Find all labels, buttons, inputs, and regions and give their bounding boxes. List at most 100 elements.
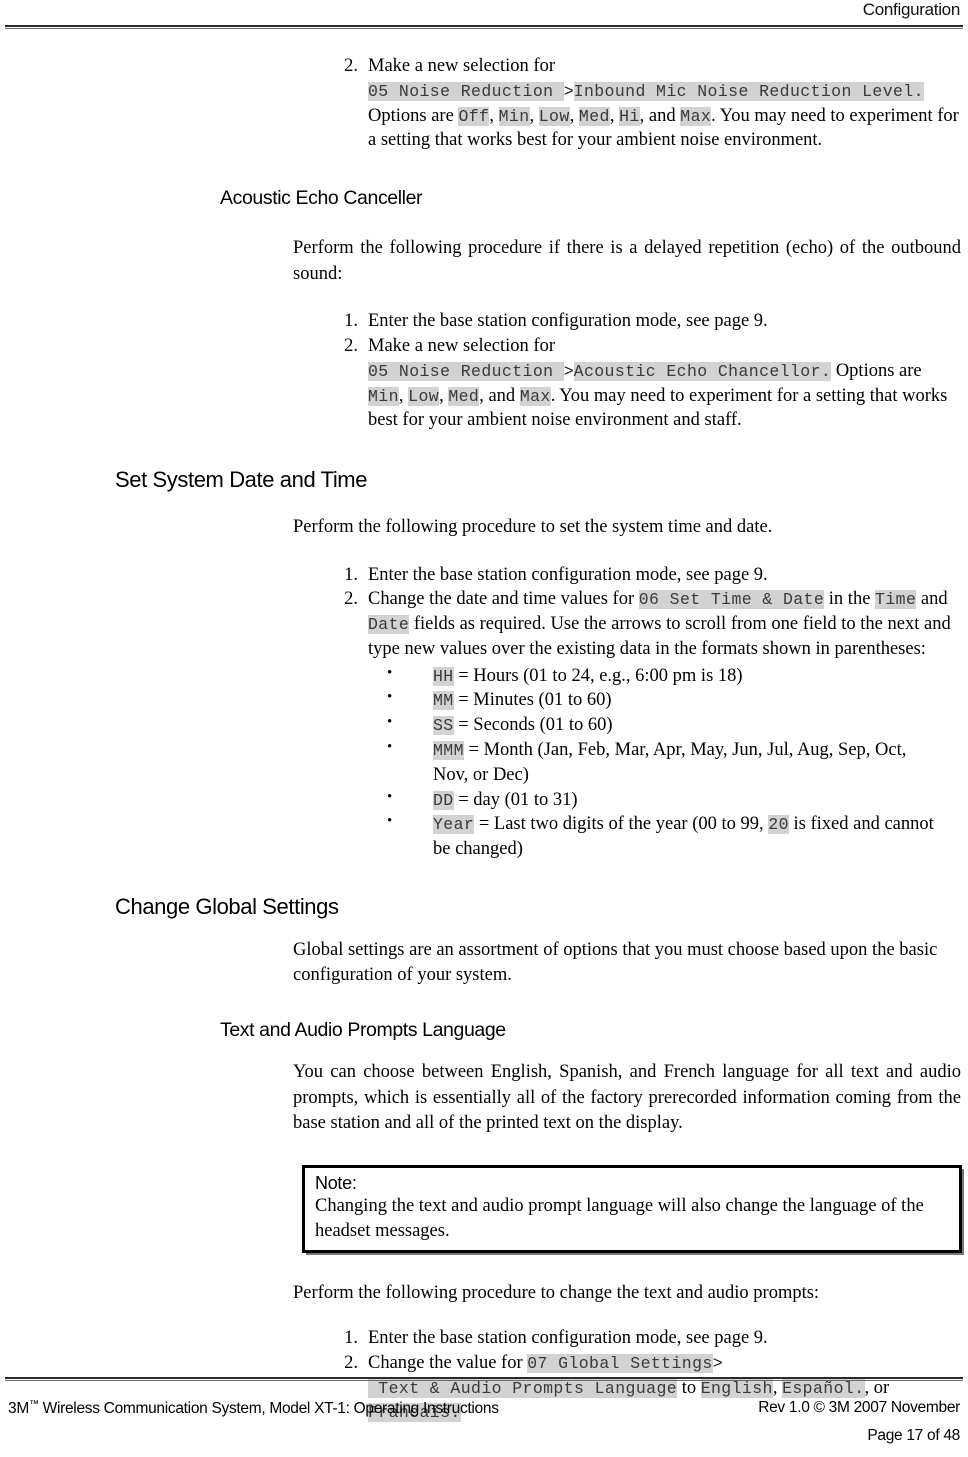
format-description: = Minutes (01 to 60) xyxy=(453,690,612,711)
list-item: 1. Enter the base station configuration m… xyxy=(330,309,960,334)
page-footer: 3M™ Wireless Communication System, Model… xyxy=(0,1367,968,1457)
step-text: fields as required. Use the arrows to sc… xyxy=(368,614,951,659)
set-date-time-step-list: 1. Enter the base station configuration m… xyxy=(330,563,960,662)
list-item-number: 2. xyxy=(344,589,358,610)
page-header: Configuration xyxy=(0,0,968,30)
footer-document-title: 3M™ Wireless Communication System, Model… xyxy=(8,1399,499,1418)
code-format: Year xyxy=(433,815,475,835)
format-description: = Month (Jan, Feb, Mar, Apr, May, Jun, J… xyxy=(433,740,907,785)
list-item-number: 1. xyxy=(344,564,358,585)
code-keyword: Time xyxy=(875,590,917,610)
footer-brand: 3M xyxy=(8,1400,29,1418)
list-item-number: 1. xyxy=(344,1328,358,1349)
list-item: 2. Make a new selection for 05 Noise Redu… xyxy=(330,334,960,433)
code-option: Hi xyxy=(619,106,640,126)
bullet-icon: • xyxy=(387,689,393,706)
footer-page-number: Page 17 of 48 xyxy=(867,1427,960,1444)
noise-reduction-step-list: 2. Make a new selection for 05 Noise Redu… xyxy=(330,54,960,153)
format-description: = day (01 to 31) xyxy=(453,789,578,810)
code-option: Max xyxy=(680,106,712,126)
code-option: Off xyxy=(458,106,490,126)
heading-change-global-settings: Change Global Settings xyxy=(115,893,339,919)
note-box: Note: Changing the text and audio prompt… xyxy=(302,1164,962,1253)
step-text: Enter the base station configuration mod… xyxy=(368,311,768,332)
list-item-number: 1. xyxy=(344,311,358,332)
note-line-2: headset messages. xyxy=(315,1220,450,1241)
step-text: Make a new selection for xyxy=(368,335,555,356)
step-text: Enter the base station configuration mod… xyxy=(368,1328,768,1349)
step-text: , xyxy=(609,105,620,126)
code-keyword: Date xyxy=(368,615,410,635)
bullet-icon: • xyxy=(387,739,393,756)
step-text: Make a new selection for xyxy=(368,56,555,76)
chevron-right-icon: > xyxy=(563,81,574,101)
code-option: Low xyxy=(538,106,570,126)
format-description: = Seconds (01 to 60) xyxy=(453,715,613,736)
step-text: Enter the base station configuration mod… xyxy=(368,564,768,585)
note-line-1: Changing the text and audio prompt langu… xyxy=(315,1196,924,1217)
bullet-icon: • xyxy=(387,788,393,805)
bullet-icon: • xyxy=(387,714,393,731)
list-item: • DD = day (01 to 31) xyxy=(383,788,943,813)
step-text: , and xyxy=(639,105,681,126)
text-audio-perform: Perform the following procedure to chang… xyxy=(293,1282,820,1303)
code-option: Min xyxy=(368,386,399,406)
acoustic-echo-intro: Perform the following procedure if there… xyxy=(293,238,961,284)
bullet-icon: • xyxy=(387,813,393,830)
footer-title-rest: Wireless Communication System, Model XT-… xyxy=(38,1400,499,1418)
step-text: Options are xyxy=(368,105,459,126)
step-text: , xyxy=(439,385,449,406)
code-keyword: 05 Noise Reduction xyxy=(368,81,564,101)
code-format: MM xyxy=(433,691,454,711)
format-description: = Last two digits of the year (00 to 99, xyxy=(474,814,769,835)
heading-acoustic-echo-canceller: Acoustic Echo Canceller xyxy=(220,187,423,210)
chevron-right-icon: > xyxy=(563,361,574,381)
step-text: , and xyxy=(479,385,520,406)
step-text: Options are xyxy=(831,360,922,381)
footer-revision: Rev 1.0 © 3M 2007 November xyxy=(758,1399,960,1416)
text-audio-intro: You can choose between English, Spanish,… xyxy=(293,1061,961,1134)
code-format: DD xyxy=(433,790,454,810)
list-item: • MM = Minutes (01 to 60) xyxy=(383,688,943,713)
list-item: • SS = Seconds (01 to 60) xyxy=(383,713,943,738)
step-text: in the xyxy=(824,589,876,610)
list-item: 1. Enter the base station configuration m… xyxy=(330,563,960,588)
global-settings-intro: Global settings are an assortment of opt… xyxy=(293,939,938,986)
trademark-icon: ™ xyxy=(28,1399,39,1410)
code-keyword: Acoustic Echo Chancellor. xyxy=(573,361,832,381)
code-keyword: 06 Set Time & Date xyxy=(638,590,825,610)
list-item-number: 2. xyxy=(344,56,358,76)
step-text: , xyxy=(398,385,409,406)
code-option: Med xyxy=(448,386,480,406)
code-keyword: 05 Noise Reduction xyxy=(368,361,564,381)
step-text: , xyxy=(489,105,499,126)
code-option: Med xyxy=(578,106,610,126)
footer-rule xyxy=(5,1377,963,1381)
code-option: Min xyxy=(498,106,530,126)
code-keyword: Inbound Mic Noise Reduction Level. xyxy=(573,81,924,101)
heading-text-and-audio-prompts-language: Text and Audio Prompts Language xyxy=(220,1018,506,1041)
header-title: Configuration xyxy=(862,0,961,19)
step-text: Change the date and time values for xyxy=(368,589,639,610)
code-option: Max xyxy=(519,386,551,406)
step-text: and xyxy=(916,589,948,610)
step-text: , xyxy=(529,105,539,126)
acoustic-echo-step-list: 1. Enter the base station configuration m… xyxy=(330,309,960,433)
set-date-time-intro: Perform the following procedure to set t… xyxy=(293,517,773,538)
heading-set-system-date-and-time: Set System Date and Time xyxy=(115,467,368,493)
code-format: SS xyxy=(433,716,454,736)
document-content: 2. Make a new selection for 05 Noise Redu… xyxy=(0,30,968,1425)
code-format: MMM xyxy=(433,741,464,761)
list-item: • HH = Hours (01 to 24, e.g., 6:00 pm is … xyxy=(383,664,943,689)
list-item: 1. Enter the base station configuration m… xyxy=(330,1326,960,1351)
date-format-list: • HH = Hours (01 to 24, e.g., 6:00 pm is … xyxy=(383,664,943,862)
code-format: 20 xyxy=(768,815,789,835)
note-title: Note: xyxy=(315,1172,357,1193)
note-body: Changing the text and audio prompt langu… xyxy=(315,1194,949,1242)
list-item: 2. Make a new selection for 05 Noise Redu… xyxy=(330,54,960,153)
code-option: Low xyxy=(408,386,440,406)
list-item: • MMM = Month (Jan, Feb, Mar, Apr, May, J… xyxy=(383,738,943,788)
code-format: HH xyxy=(433,666,454,686)
header-rule xyxy=(5,25,963,29)
list-item: 2. Change the date and time values for 06… xyxy=(330,587,960,661)
